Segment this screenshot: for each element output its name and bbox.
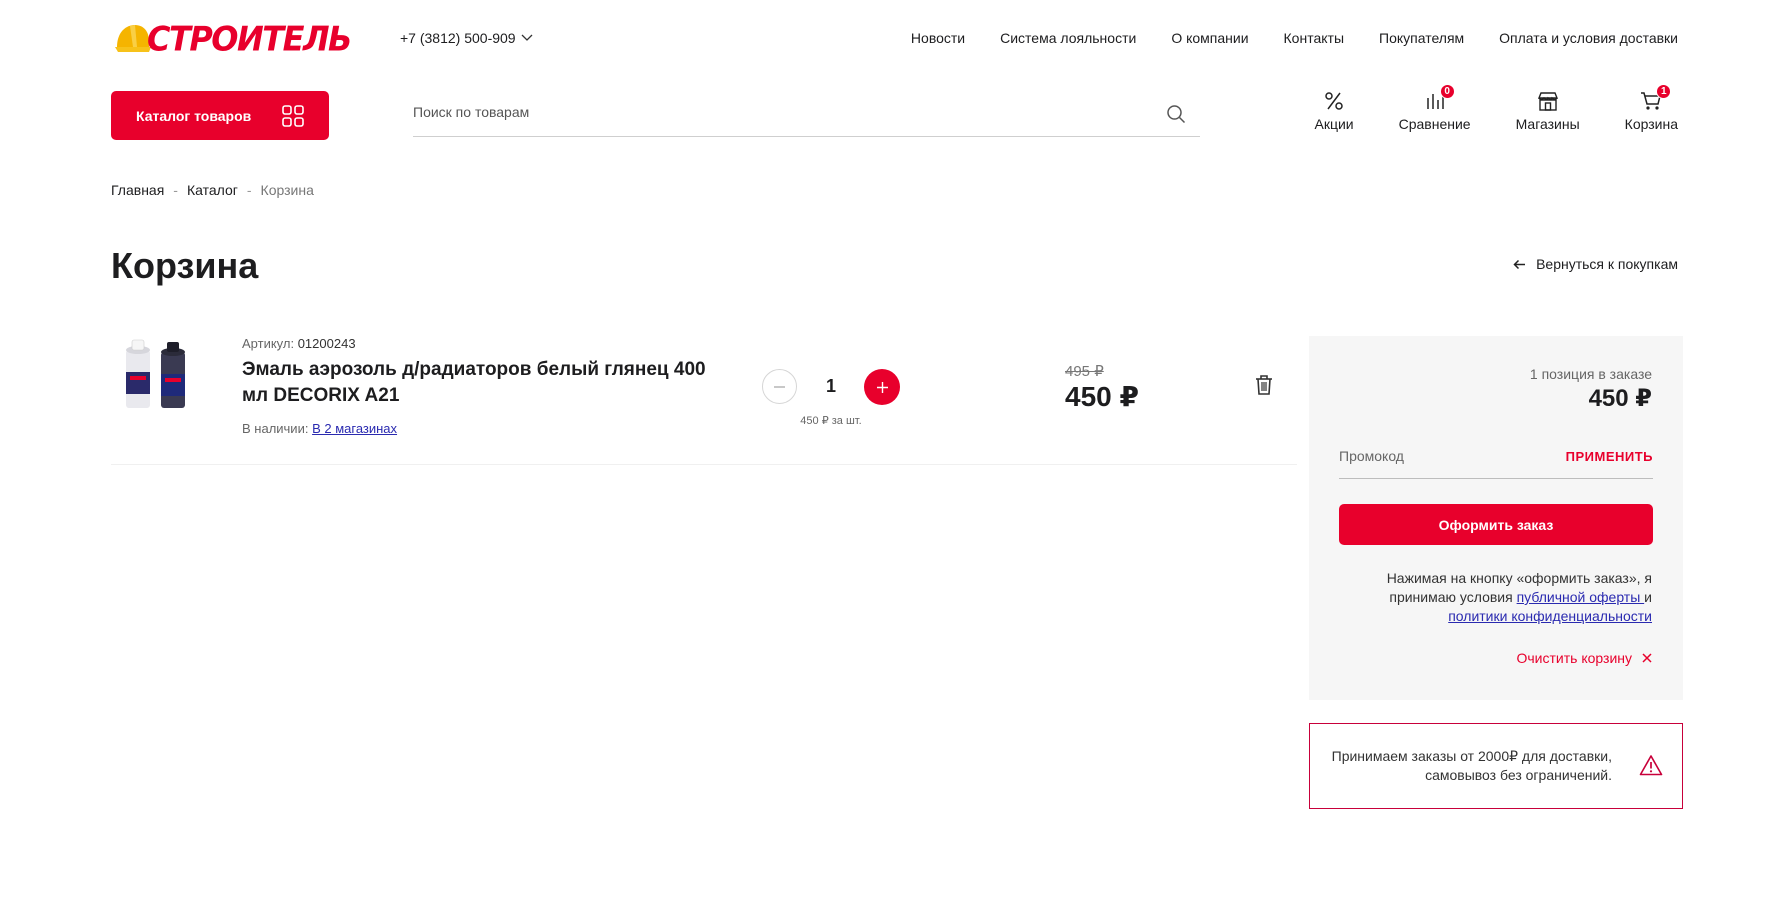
arrow-left-icon	[1513, 259, 1526, 269]
stock-label: В наличии:	[242, 421, 309, 436]
stores-label: Магазины	[1515, 116, 1580, 132]
old-price: 495 ₽	[1065, 363, 1104, 380]
stock-stores-link[interactable]: В 2 магазинах	[312, 421, 397, 436]
promo-code-input[interactable]	[1339, 448, 1539, 464]
promo-code-field: ПРИМЕНИТЬ	[1339, 448, 1653, 479]
promo-link[interactable]: Акции	[1314, 90, 1354, 132]
unit-price: 450 ₽ за шт.	[800, 415, 862, 427]
breadcrumb-catalog[interactable]: Каталог	[187, 182, 238, 198]
breadcrumb-separator: -	[173, 182, 178, 198]
public-offer-link[interactable]: публичной оферты	[1517, 589, 1645, 605]
phone-number: +7 (3812) 500-909	[400, 30, 516, 46]
quantity-decrease-button[interactable]	[762, 369, 797, 404]
search-icon[interactable]	[1166, 104, 1186, 124]
product-title[interactable]: Эмаль аэрозоль д/радиаторов белый глянец…	[242, 357, 712, 409]
cart-label: Корзина	[1624, 116, 1678, 132]
phone-selector[interactable]: +7 (3812) 500-909	[400, 30, 533, 46]
quantity-value[interactable]: 1	[811, 376, 851, 397]
order-summary: 1 позиция в заказе 450 ₽ ПРИМЕНИТЬ Оформ…	[1309, 336, 1683, 700]
cart-icon-wrap: 1	[1640, 84, 1672, 112]
logo-text: СТРОИТЕЛЬ	[147, 19, 352, 59]
minus-icon	[774, 385, 785, 388]
stock-status: В наличии: В 2 магазинах	[242, 421, 397, 436]
delivery-notice: Принимаем заказы от 2000₽ для доставки, …	[1309, 723, 1683, 809]
nav-item-news[interactable]: Новости	[911, 30, 965, 46]
privacy-policy-link[interactable]: политики конфиденциальности	[1448, 608, 1652, 624]
terms-text: Нажимая на кнопку «оформить заказ», я пр…	[1352, 569, 1652, 626]
item-price: 450 ₽	[1065, 381, 1139, 412]
site-logo[interactable]: СТРОИТЕЛЬ	[113, 19, 352, 59]
compare-count-badge: 0	[1439, 84, 1455, 99]
search-input[interactable]	[413, 104, 1113, 120]
breadcrumb-home[interactable]: Главная	[111, 182, 164, 198]
stores-link[interactable]: Магазины	[1516, 90, 1580, 132]
promo-apply-button[interactable]: ПРИМЕНИТЬ	[1566, 449, 1653, 464]
positions-count: 1 позиция в заказе	[1529, 366, 1652, 382]
catalog-button[interactable]: Каталог товаров	[111, 91, 329, 140]
percent-icon	[1325, 92, 1343, 110]
article-label: Артикул:	[242, 336, 295, 351]
order-total: 450 ₽	[1588, 385, 1652, 412]
article-value: 01200243	[297, 336, 356, 351]
breadcrumb-current: Корзина	[260, 182, 314, 198]
terms-mid: и	[1644, 589, 1652, 605]
checkout-button[interactable]: Оформить заказ	[1339, 504, 1653, 545]
store-icon	[1537, 92, 1558, 111]
back-link-label: Вернуться к покупкам	[1536, 256, 1678, 272]
checkout-button-label: Оформить заказ	[1438, 516, 1554, 533]
clear-cart-button[interactable]: Очистить корзину	[1517, 650, 1653, 666]
compare-icon-wrap: 0	[1424, 84, 1455, 112]
plus-icon	[876, 381, 888, 393]
page-title: Корзина	[111, 245, 259, 286]
back-to-shopping-link[interactable]: Вернуться к покупкам	[1513, 256, 1678, 272]
clear-cart-label: Очистить корзину	[1516, 650, 1633, 666]
warning-icon	[1639, 755, 1663, 776]
trash-icon[interactable]	[1254, 374, 1274, 396]
breadcrumb: Главная - Каталог - Корзина	[111, 182, 314, 198]
grid-icon	[282, 105, 304, 127]
catalog-button-label: Каталог товаров	[136, 107, 252, 124]
cart-link[interactable]: 1 Корзина	[1624, 84, 1678, 132]
cart-count-badge: 1	[1656, 84, 1672, 99]
search-bar	[413, 96, 1200, 137]
quantity-increase-button[interactable]	[864, 369, 900, 405]
top-navigation: Новости Система лояльности О компании Ко…	[911, 30, 1678, 46]
product-image[interactable]	[121, 336, 191, 412]
header-actions: Акции 0 Сравнение Магазины 1 Корзина	[1314, 84, 1678, 132]
close-icon	[1642, 653, 1652, 663]
compare-label: Сравнение	[1398, 116, 1471, 132]
breadcrumb-separator: -	[246, 182, 252, 198]
cart-item: Артикул: 01200243 Эмаль аэрозоль д/радиа…	[111, 330, 1297, 465]
article-number: Артикул: 01200243	[242, 336, 356, 351]
promo-label: Акции	[1314, 116, 1354, 132]
chevron-down-icon	[521, 34, 533, 41]
nav-item-delivery[interactable]: Оплата и условия доставки	[1499, 30, 1678, 46]
nav-item-about[interactable]: О компании	[1171, 30, 1248, 46]
nav-item-customers[interactable]: Покупателям	[1379, 30, 1464, 46]
compare-link[interactable]: 0 Сравнение	[1398, 84, 1471, 132]
notice-text: Принимаем заказы от 2000₽ для доставки, …	[1331, 748, 1612, 783]
nav-item-contacts[interactable]: Контакты	[1284, 30, 1344, 46]
nav-item-loyalty[interactable]: Система лояльности	[1000, 30, 1136, 46]
